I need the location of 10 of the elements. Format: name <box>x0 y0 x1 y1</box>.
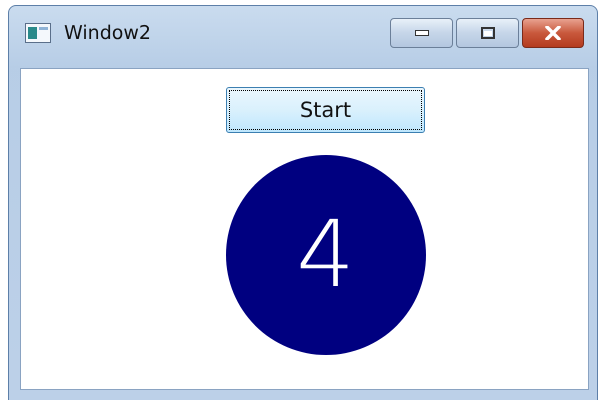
window-icon <box>25 23 51 43</box>
close-icon <box>545 26 561 40</box>
minimize-icon <box>414 30 428 36</box>
counter-value: 4 <box>296 209 355 301</box>
maximize-icon <box>480 27 494 39</box>
window-title: Window2 <box>64 22 152 44</box>
maximize-button[interactable] <box>456 18 519 48</box>
minimize-button[interactable] <box>390 18 453 48</box>
close-button[interactable] <box>522 18 584 48</box>
start-button[interactable]: Start <box>226 87 425 133</box>
